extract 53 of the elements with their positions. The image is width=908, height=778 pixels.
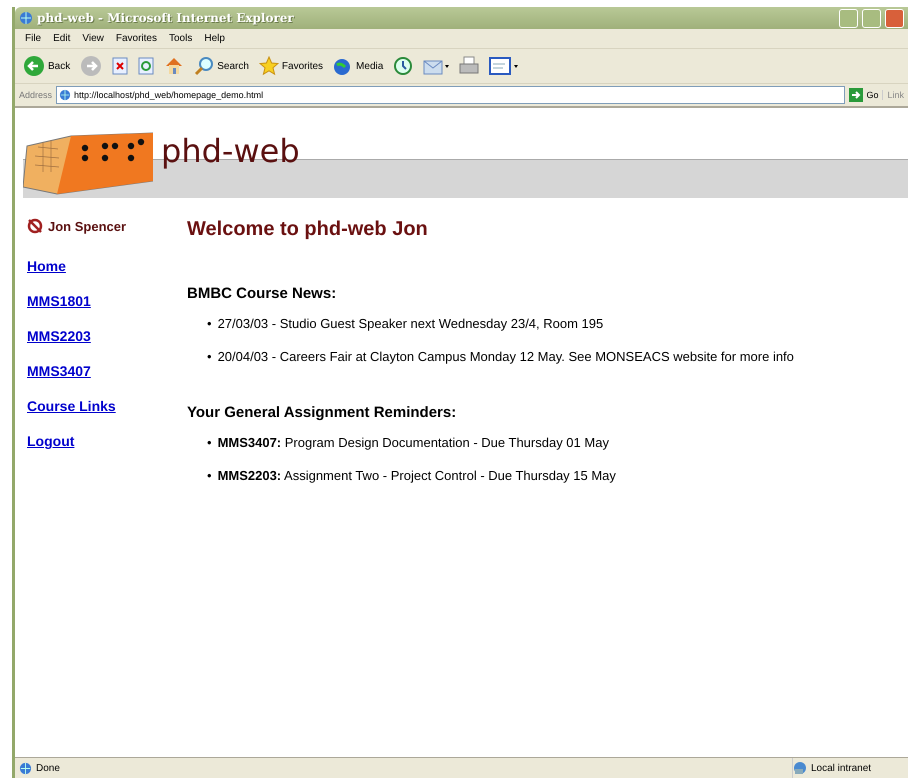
printer-icon bbox=[459, 56, 480, 76]
section-heading: Your General Assignment Reminders: bbox=[187, 404, 458, 421]
nav-link[interactable]: Logout bbox=[27, 433, 74, 449]
refresh-button[interactable] bbox=[136, 57, 156, 75]
user-name: Jon Spencer bbox=[48, 218, 126, 234]
stop-icon bbox=[112, 57, 128, 75]
window-title: phd-web - Microsoft Internet Explorer bbox=[37, 11, 295, 25]
refresh-icon bbox=[138, 57, 154, 75]
maximize-button[interactable] bbox=[862, 8, 881, 28]
address-field[interactable]: http://localhost/phd_web/homepage_demo.html bbox=[56, 86, 846, 104]
search-icon bbox=[194, 56, 214, 76]
nav-link[interactable]: MMS1801 bbox=[27, 293, 91, 309]
list-item: MMS3407: Program Design Documentation - Due Thursday 01 May bbox=[218, 435, 609, 450]
stop-button[interactable] bbox=[110, 57, 130, 75]
clock-icon bbox=[393, 56, 414, 76]
print-button[interactable] bbox=[457, 56, 482, 76]
media-button[interactable]: Media bbox=[331, 56, 386, 76]
list-item: MMS2203: Assignment Two - Project Control - Due Thursday 15 May bbox=[218, 468, 616, 483]
address-label: Address bbox=[19, 90, 52, 100]
back-button[interactable]: Back bbox=[21, 55, 72, 77]
globe-icon bbox=[59, 89, 72, 101]
bullet: • bbox=[207, 435, 212, 450]
nav-link[interactable]: Course Links bbox=[27, 398, 116, 414]
globe-icon bbox=[19, 11, 33, 25]
nav-link[interactable]: MMS3407 bbox=[27, 363, 91, 379]
go-button[interactable]: Go bbox=[849, 88, 878, 102]
globe-icon bbox=[19, 762, 32, 774]
house-icon bbox=[164, 56, 184, 76]
bullet: • bbox=[207, 349, 212, 364]
star-icon bbox=[258, 56, 279, 76]
zone-text: Local intranet bbox=[811, 762, 872, 774]
list-item: 27/03/03 - Studio Guest Speaker next Wednesday 23/4, Room 195 bbox=[218, 316, 604, 331]
page-heading: Welcome to phd-web Jon bbox=[187, 218, 429, 241]
search-button[interactable]: Search bbox=[192, 56, 251, 76]
network-icon bbox=[793, 761, 807, 775]
favorites-button[interactable]: Favorites bbox=[256, 56, 326, 76]
nav-link[interactable]: MMS2203 bbox=[27, 328, 91, 344]
section-heading: BMBC Course News: bbox=[187, 285, 338, 302]
minimize-button[interactable] bbox=[839, 8, 858, 28]
menu-item[interactable]: File bbox=[19, 33, 48, 44]
site-title: phd-web bbox=[161, 132, 300, 170]
close-button[interactable] bbox=[885, 8, 904, 28]
document-icon bbox=[489, 56, 520, 76]
list-item: 20/04/03 - Careers Fair at Clayton Campus Monday 12 May. See MONSEACS website for more info bbox=[218, 349, 794, 364]
menu-item[interactable]: Edit bbox=[47, 33, 76, 44]
bullet: • bbox=[207, 316, 212, 331]
menu-item[interactable]: Help bbox=[198, 33, 231, 44]
menu-item[interactable]: Tools bbox=[162, 33, 198, 44]
bullet: • bbox=[207, 468, 212, 483]
menu-item[interactable]: Favorites bbox=[110, 33, 163, 44]
status-text: Done bbox=[36, 762, 61, 774]
nav-link[interactable]: Home bbox=[27, 258, 66, 274]
menu-item[interactable]: View bbox=[76, 33, 110, 44]
